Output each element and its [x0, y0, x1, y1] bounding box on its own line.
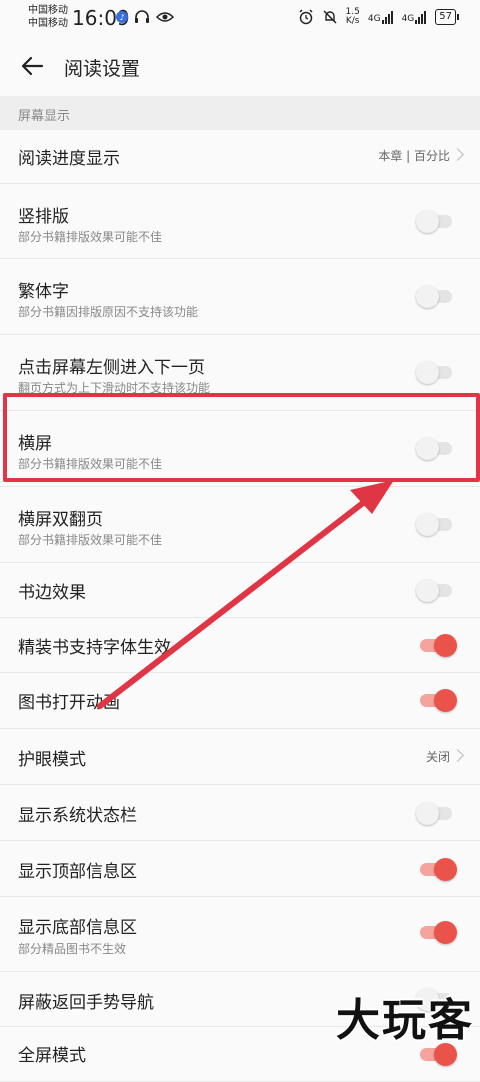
setting-book-open-animation[interactable]: 图书打开动画: [0, 673, 480, 729]
setting-eye-protection[interactable]: 护眼模式 关闭: [0, 729, 480, 785]
music-icon: ♪: [116, 11, 128, 23]
battery-indicator: 57: [435, 9, 459, 25]
carrier-1: 中国移动: [28, 5, 68, 16]
setting-traditional-chinese[interactable]: 繁体字 部分书籍因排版原因不支持该功能: [0, 259, 480, 335]
toggle-switch[interactable]: [416, 359, 456, 385]
toggle-switch[interactable]: [416, 283, 456, 309]
setting-hardcover-font[interactable]: 精装书支持字体生效: [0, 618, 480, 673]
setting-subtitle: 部分书籍排版效果可能不佳: [18, 230, 163, 244]
setting-reading-progress[interactable]: 阅读进度显示 本章 | 百分比: [0, 130, 480, 184]
headphones-icon: [135, 10, 149, 23]
setting-title: 护眼模式: [18, 750, 86, 770]
settings-list: 阅读进度显示 本章 | 百分比 竖排版 部分书籍排版效果可能不佳 繁体字 部分书…: [0, 130, 480, 1082]
setting-show-bottom-info[interactable]: 显示底部信息区 部分精品图书不生效: [0, 897, 480, 972]
setting-title: 横屏: [18, 434, 52, 454]
setting-title: 竖排版: [18, 207, 69, 227]
toggle-switch[interactable]: [416, 687, 457, 713]
signal-2-label: 4G: [401, 14, 415, 24]
section-title: 屏幕显示: [18, 109, 71, 124]
signal-2: 4G: [402, 10, 428, 24]
setting-subtitle: 部分书籍排版效果可能不佳: [18, 533, 163, 547]
toggle-switch[interactable]: [416, 919, 457, 945]
setting-subtitle: 部分书籍因排版原因不支持该功能: [18, 305, 199, 319]
signal-bars-icon: [381, 11, 393, 24]
setting-tap-left-next-page[interactable]: 点击屏幕左侧进入下一页 翻页方式为上下滑动时不支持该功能: [0, 335, 480, 411]
setting-title: 繁体字: [18, 282, 69, 302]
signal-bars-icon: [415, 11, 427, 24]
setting-title: 显示系统状态栏: [18, 806, 137, 826]
setting-landscape[interactable]: 横屏 部分书籍排版效果可能不佳: [0, 411, 480, 487]
setting-title: 点击屏幕左侧进入下一页: [18, 358, 205, 378]
page-title: 阅读设置: [64, 58, 141, 80]
chevron-right-icon: [451, 749, 464, 762]
setting-value: 本章 | 百分比: [378, 149, 450, 163]
setting-title: 屏蔽返回手势导航: [18, 993, 154, 1013]
toggle-switch[interactable]: [416, 435, 456, 461]
eye-icon: [156, 12, 174, 22]
setting-subtitle: 翻页方式为上下滑动时不支持该功能: [18, 381, 211, 395]
setting-subtitle: 部分精品图书不生效: [18, 942, 127, 956]
setting-value: 关闭: [425, 750, 450, 764]
setting-show-top-info[interactable]: 显示顶部信息区: [0, 841, 480, 897]
section-header: 屏幕显示: [0, 96, 480, 130]
setting-title: 图书打开动画: [18, 693, 120, 713]
setting-title: 显示底部信息区: [18, 918, 137, 938]
setting-title: 阅读进度显示: [18, 149, 120, 169]
setting-landscape-double-page[interactable]: 横屏双翻页 部分书籍排版效果可能不佳: [0, 487, 480, 563]
setting-title: 显示顶部信息区: [18, 862, 137, 882]
setting-title: 书边效果: [18, 583, 86, 603]
app-bar: 阅读设置: [0, 36, 480, 96]
signal-1: 4G: [368, 10, 394, 24]
setting-title: 精装书支持字体生效: [18, 638, 171, 658]
alarm-icon: [299, 9, 313, 25]
status-bar: 中国移动 中国移动 16:09 ♪ 1.5 K/s 4G 4G 57: [0, 0, 480, 36]
toggle-switch[interactable]: [416, 208, 456, 234]
network-speed: 1.5 K/s: [346, 8, 360, 26]
toggle-switch[interactable]: [416, 856, 457, 882]
toggle-switch[interactable]: [416, 632, 457, 658]
signal-1-label: 4G: [367, 14, 381, 24]
mute-bell-icon: [323, 10, 337, 24]
carrier-2: 中国移动: [28, 18, 68, 29]
svg-text:♪: ♪: [120, 13, 125, 22]
setting-title: 全屏模式: [18, 1046, 86, 1066]
setting-vertical-layout[interactable]: 竖排版 部分书籍排版效果可能不佳: [0, 184, 480, 259]
toggle-switch[interactable]: [416, 577, 456, 603]
carrier-labels: 中国移动 中国移动: [28, 4, 68, 30]
setting-subtitle: 部分书籍排版效果可能不佳: [18, 457, 163, 471]
toggle-switch[interactable]: [416, 800, 456, 826]
setting-show-status-bar[interactable]: 显示系统状态栏: [0, 785, 480, 841]
network-speed-unit: K/s: [345, 16, 360, 26]
back-arrow-icon[interactable]: [18, 52, 46, 80]
setting-title: 横屏双翻页: [18, 510, 103, 530]
setting-book-edge-effect[interactable]: 书边效果: [0, 563, 480, 618]
chevron-right-icon: [451, 148, 464, 161]
watermark-logo: 大玩客: [336, 995, 474, 1046]
toggle-switch[interactable]: [416, 511, 456, 537]
